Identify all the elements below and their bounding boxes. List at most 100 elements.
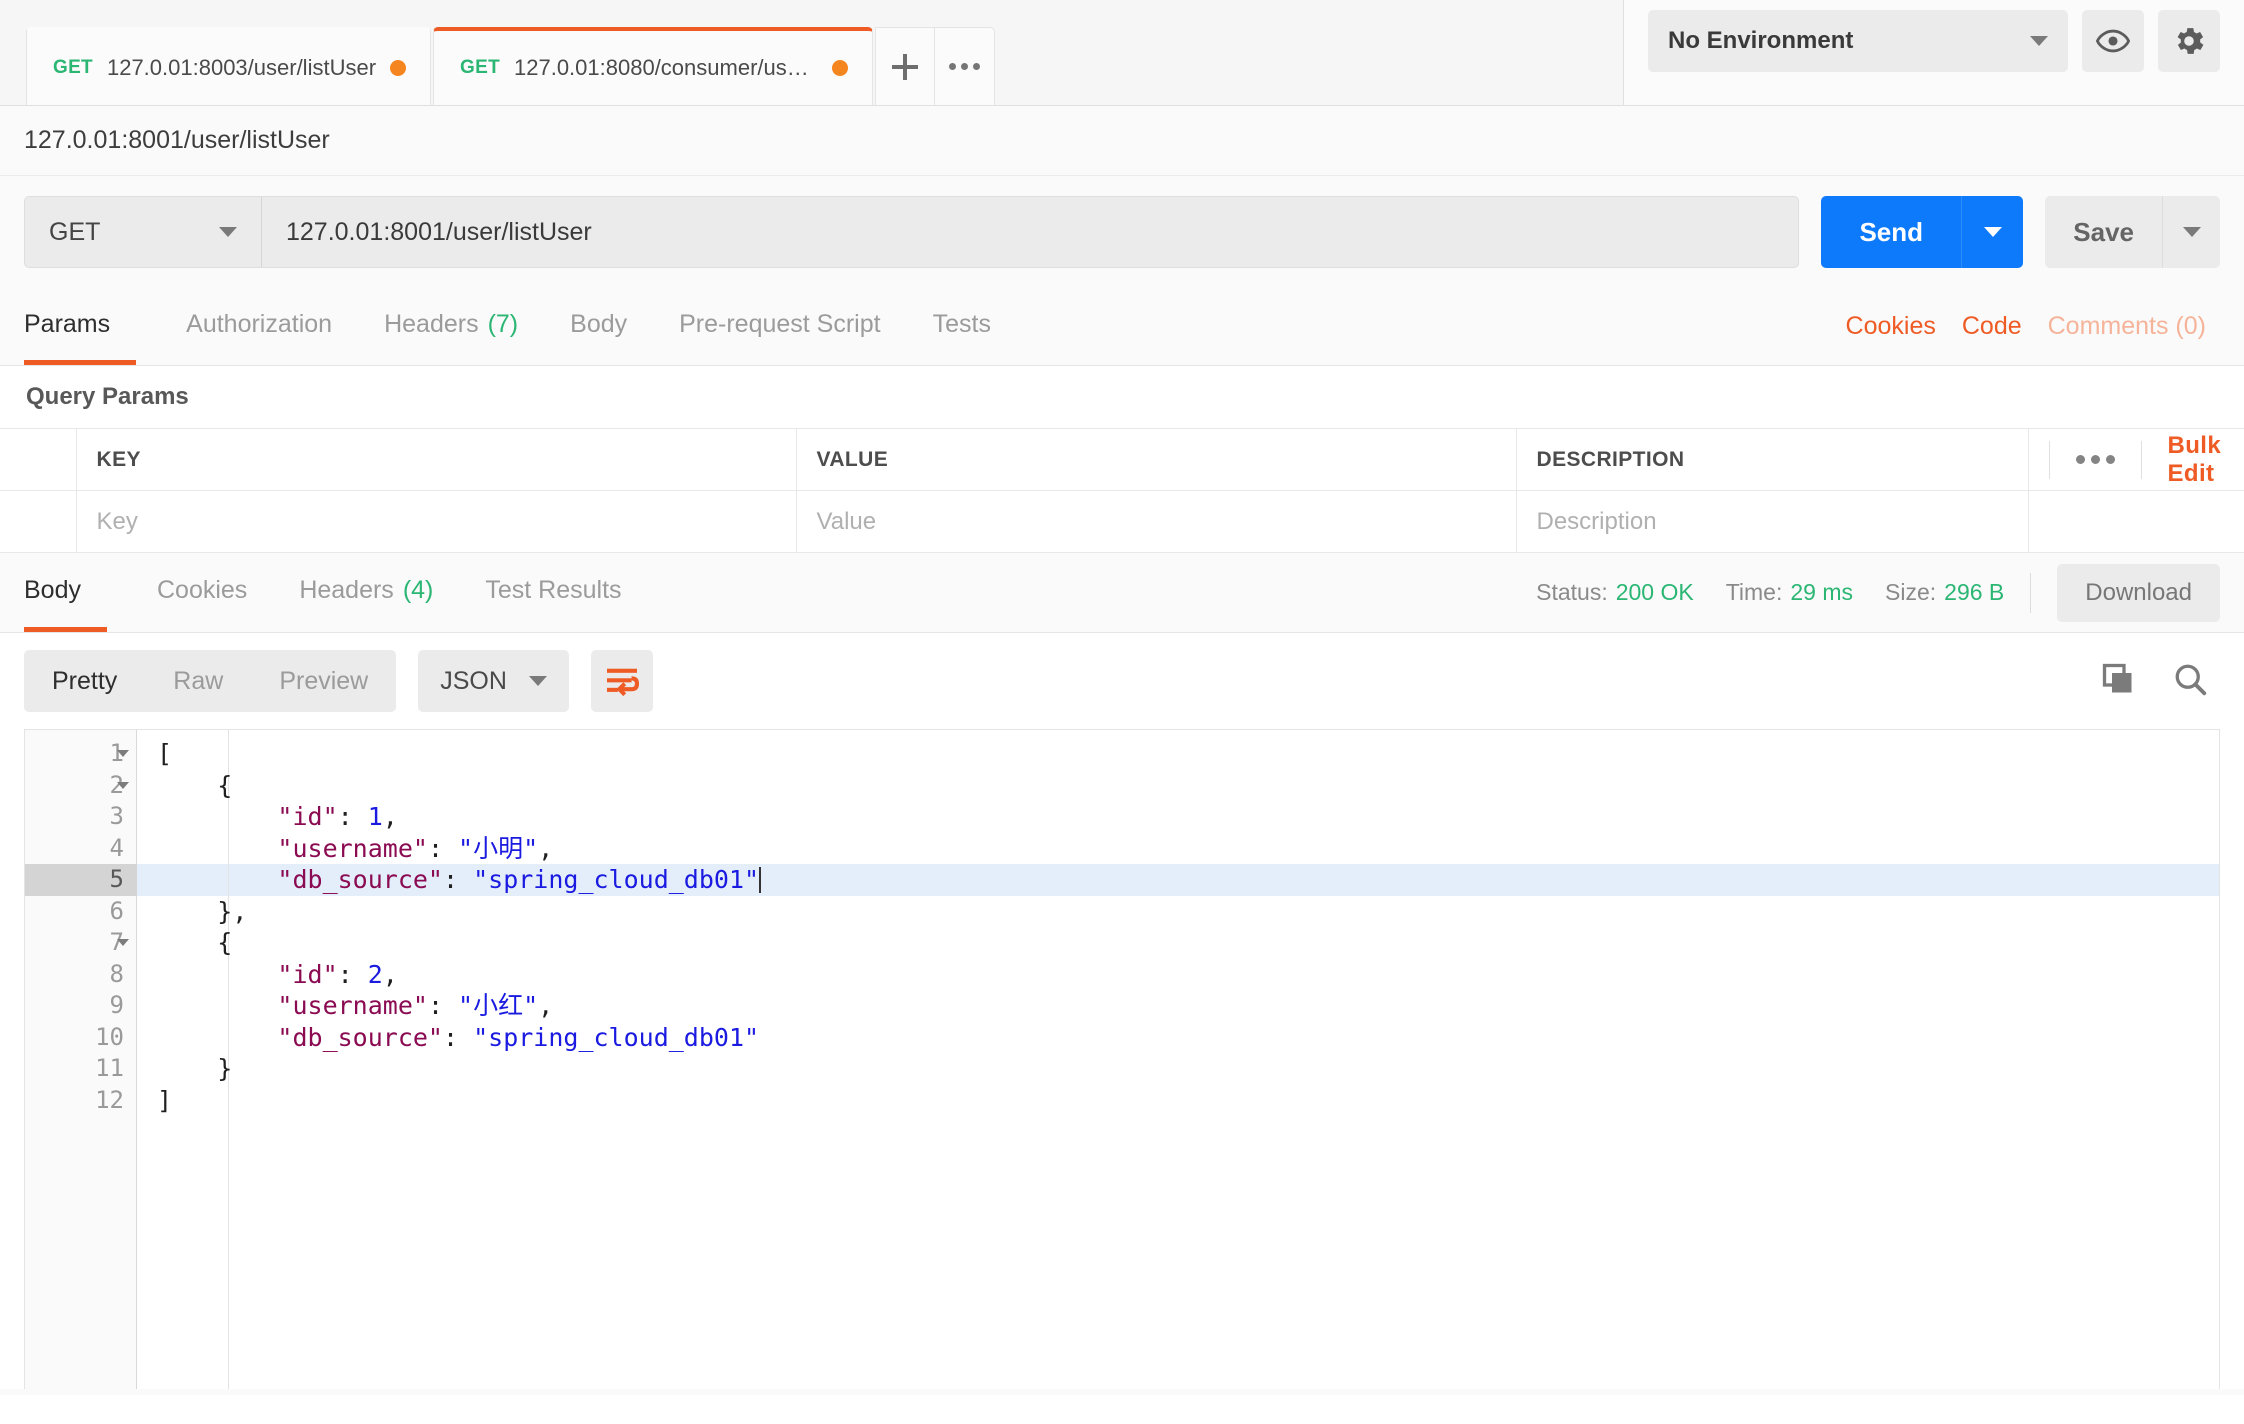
save-button-group: Save bbox=[2045, 196, 2220, 268]
word-wrap-button[interactable] bbox=[590, 650, 653, 712]
code-token: : bbox=[442, 1022, 474, 1052]
settings-button[interactable] bbox=[2158, 9, 2220, 72]
line-number: 5 bbox=[25, 864, 137, 896]
request-tab-0[interactable]: GET 127.0.01:8003/user/listUser bbox=[26, 27, 432, 105]
row-checkbox-cell[interactable] bbox=[0, 490, 77, 553]
code-token: : bbox=[337, 959, 368, 989]
request-tabs-list: Params Authorization Headers (7) Body Pre-req… bbox=[24, 288, 1017, 365]
tab-label: Headers bbox=[384, 309, 479, 338]
environment-quick-look-button[interactable] bbox=[2082, 9, 2144, 72]
environment-selector[interactable]: No Environment bbox=[1648, 9, 2068, 72]
code-text: "db_source": "spring_cloud_db01" bbox=[137, 864, 762, 896]
code-line[interactable]: 1[ bbox=[25, 738, 2219, 770]
param-description-input[interactable]: Description bbox=[1516, 490, 2029, 553]
editor-code-area[interactable]: 1[2 {3 "id": 1, 4 "username": "小明", 5 "db_… bbox=[25, 730, 2219, 1116]
response-tab-headers[interactable]: Headers (4) bbox=[273, 553, 459, 632]
tab-label: Pre-request Script bbox=[679, 309, 881, 338]
code-text: } bbox=[137, 1053, 232, 1085]
tab-label: Params bbox=[24, 309, 111, 338]
code-text: "db_source": "spring_cloud_db01" bbox=[137, 1022, 759, 1054]
http-method-label: GET bbox=[49, 217, 101, 246]
code-line[interactable]: 10 "db_source": "spring_cloud_db01" bbox=[25, 1022, 2219, 1054]
request-tab-1[interactable]: GET 127.0.01:8080/consumer/user/l... bbox=[433, 27, 874, 105]
param-key-input[interactable]: Key bbox=[76, 490, 797, 553]
table-actions-cell: Bulk Edit bbox=[2028, 429, 2244, 491]
response-tab-test-results[interactable]: Test Results bbox=[459, 553, 647, 632]
tab-pre-request-script[interactable]: Pre-request Script bbox=[653, 288, 906, 365]
http-method-select[interactable]: GET bbox=[24, 196, 262, 268]
code-token: : bbox=[442, 865, 474, 894]
copy-to-clipboard-button[interactable] bbox=[2100, 661, 2136, 702]
response-tab-cookies[interactable]: Cookies bbox=[131, 553, 273, 632]
save-options-button[interactable] bbox=[2162, 196, 2220, 268]
code-token: [ bbox=[157, 739, 173, 768]
code-token: : bbox=[427, 833, 459, 863]
tab-authorization[interactable]: Authorization bbox=[160, 288, 358, 365]
tab-label: Body bbox=[24, 575, 81, 604]
line-number: 6 bbox=[109, 896, 124, 925]
link-comments-0-[interactable]: Comments (0) bbox=[2048, 312, 2206, 341]
ellipsis-icon[interactable] bbox=[2048, 440, 2142, 479]
new-tab-button[interactable] bbox=[875, 27, 936, 105]
gear-icon bbox=[2177, 27, 2204, 54]
code-line[interactable]: 5 "db_source": "spring_cloud_db01" bbox=[25, 864, 2219, 896]
column-header-key: KEY bbox=[76, 428, 797, 491]
code-token: , bbox=[538, 833, 554, 863]
bulk-edit-button[interactable]: Bulk Edit bbox=[2142, 432, 2225, 488]
code-text: ] bbox=[137, 1085, 172, 1117]
chevron-down-icon bbox=[528, 676, 547, 686]
code-token: 1 bbox=[367, 802, 383, 831]
param-value-input[interactable]: Value bbox=[796, 490, 1517, 553]
code-text: { bbox=[137, 770, 232, 802]
link-code[interactable]: Code bbox=[1962, 312, 2022, 341]
send-button[interactable]: Send bbox=[1821, 196, 1962, 268]
code-line[interactable]: 12] bbox=[25, 1085, 2219, 1117]
select-all-cell[interactable] bbox=[0, 428, 77, 491]
body-format-select[interactable]: JSON bbox=[418, 650, 569, 712]
fold-toggle-icon[interactable] bbox=[117, 781, 129, 789]
code-token: 2 bbox=[367, 959, 383, 989]
tab-body[interactable]: Body bbox=[544, 288, 653, 365]
search-body-button[interactable] bbox=[2172, 661, 2208, 702]
tab-tests[interactable]: Tests bbox=[907, 288, 1017, 365]
tab-count: (7) bbox=[487, 309, 519, 338]
tab-label: Headers bbox=[299, 575, 394, 604]
fold-toggle-icon[interactable] bbox=[117, 939, 129, 947]
response-tab-body[interactable]: Body bbox=[24, 553, 107, 632]
code-line[interactable]: 6 }, bbox=[25, 896, 2219, 928]
tab-label: Tests bbox=[932, 309, 991, 338]
status-value: 200 OK bbox=[1615, 579, 1694, 605]
chevron-down-icon bbox=[2030, 35, 2048, 46]
fold-toggle-icon[interactable] bbox=[117, 750, 129, 758]
code-line[interactable]: 9 "username": "小红", bbox=[25, 990, 2219, 1022]
code-line[interactable]: 3 "id": 1, bbox=[25, 801, 2219, 833]
save-button[interactable]: Save bbox=[2045, 196, 2162, 268]
code-token: "username" bbox=[157, 833, 428, 863]
download-button[interactable]: Download bbox=[2057, 563, 2220, 622]
request-tab-name: 127.0.01:8080/consumer/user/l... bbox=[514, 55, 819, 80]
url-input[interactable]: 127.0.01:8001/user/listUser bbox=[262, 196, 1800, 268]
tab-headers[interactable]: Headers (7) bbox=[358, 288, 544, 365]
query-params-table: KEY VALUE DESCRIPTION Bulk Edit Key Valu… bbox=[0, 428, 2244, 553]
response-body-editor[interactable]: 1[2 {3 "id": 1, 4 "username": "小明", 5 "db_… bbox=[24, 729, 2220, 1389]
text-cursor bbox=[759, 867, 762, 893]
code-line[interactable]: 4 "username": "小明", bbox=[25, 833, 2219, 865]
tab-more-button[interactable] bbox=[935, 27, 996, 105]
link-cookies[interactable]: Cookies bbox=[1846, 312, 1936, 341]
code-line[interactable]: 11 } bbox=[25, 1053, 2219, 1085]
code-text: { bbox=[137, 927, 232, 959]
body-view-pretty[interactable]: Pretty bbox=[24, 650, 145, 712]
code-line[interactable]: 2 { bbox=[25, 770, 2219, 802]
send-options-button[interactable] bbox=[1961, 196, 2024, 268]
size-label: Size: bbox=[1885, 579, 1937, 605]
code-token: : bbox=[427, 991, 459, 1020]
environment-area: No Environment bbox=[1623, 0, 2244, 105]
body-view-raw[interactable]: Raw bbox=[145, 650, 251, 712]
code-line[interactable]: 7 { bbox=[25, 927, 2219, 959]
body-view-preview[interactable]: Preview bbox=[251, 650, 396, 712]
tab-params[interactable]: Params bbox=[24, 288, 137, 365]
time-value: 29 ms bbox=[1790, 579, 1854, 605]
url-bar: GET 127.0.01:8001/user/listUser Send Sav… bbox=[0, 176, 2244, 288]
table-header-row: KEY VALUE DESCRIPTION Bulk Edit bbox=[0, 428, 2244, 491]
code-line[interactable]: 8 "id": 2, bbox=[25, 959, 2219, 991]
